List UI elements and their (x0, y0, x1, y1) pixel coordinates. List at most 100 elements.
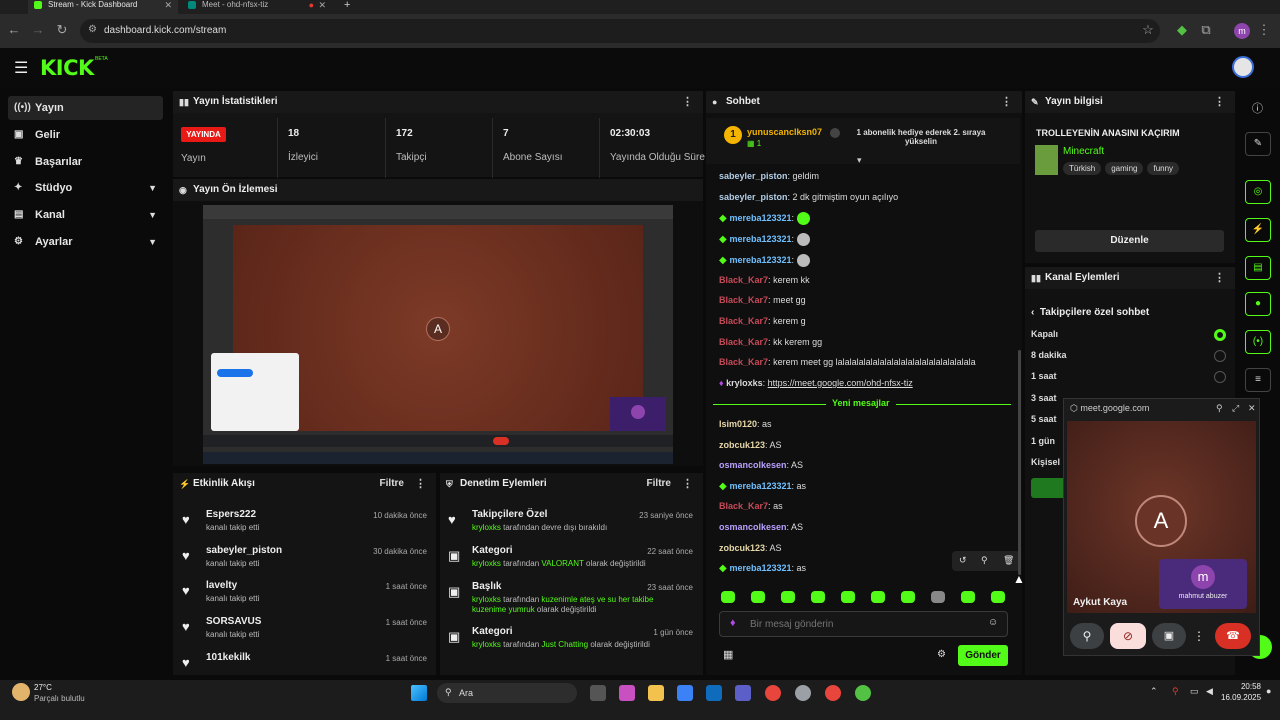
sidebar-item-gelir[interactable]: ▣ Gelir (8, 123, 163, 147)
browser-tab-meet[interactable]: Meet - ohd-nfsx-tiz ● ✕ (182, 0, 332, 14)
option-label[interactable]: 3 saat (1031, 393, 1057, 403)
chat-username[interactable]: kryloxks (726, 378, 763, 388)
chat-settings-icon[interactable]: ⚙ (937, 649, 946, 660)
lightning-icon[interactable]: ⚡ (1245, 218, 1271, 242)
emote-icon[interactable] (751, 591, 765, 603)
emote-icon[interactable] (991, 591, 1005, 603)
chat-input[interactable] (750, 615, 970, 633)
meet-camera-off-button[interactable]: ⊘ (1110, 623, 1146, 649)
tag[interactable]: Türkish (1063, 162, 1102, 175)
chat-username[interactable]: osmancolkesen (719, 460, 787, 470)
chat-bubble-icon[interactable]: ● (1245, 292, 1271, 316)
hamburger-menu-icon[interactable]: ☰ (14, 58, 28, 78)
info-icon[interactable]: ⓘ (1252, 100, 1263, 116)
kick-logo[interactable]: KICK (40, 56, 94, 80)
filter-button[interactable]: Filtre (647, 473, 671, 495)
more-options-icon[interactable]: ⋮ (415, 473, 426, 495)
more-options-icon[interactable]: ⋮ (1214, 91, 1225, 113)
browser-tab-kick[interactable]: Stream - Kick Dashboard ✕ (28, 0, 178, 14)
stream-category[interactable]: Minecraft (1063, 146, 1104, 157)
chat-scrollbar[interactable] (1018, 350, 1021, 575)
collapse-icon[interactable]: ▾ (857, 155, 862, 166)
moderation-user[interactable]: kryloxks (472, 595, 501, 604)
close-icon[interactable]: ✕ (164, 0, 172, 10)
help-icon[interactable] (830, 128, 840, 138)
back-icon[interactable]: ← (6, 22, 22, 38)
chat-username[interactable]: sabeyler_piston (719, 192, 788, 202)
chrome-icon[interactable] (765, 685, 781, 701)
new-tab-button[interactable]: + (344, 0, 360, 14)
sidebar-item-studyo[interactable]: ✦ Stüdyo ▼ (8, 176, 163, 200)
sidebar-item-kanal[interactable]: ▤ Kanal ▼ (8, 203, 163, 227)
copilot-icon[interactable] (619, 685, 635, 701)
chat-username[interactable]: Black_Kar7 (719, 501, 768, 511)
task-view-icon[interactable] (590, 685, 606, 701)
option-label[interactable]: Kişisel (1031, 457, 1060, 467)
notification-icon[interactable]: ● (1266, 686, 1271, 696)
taskbar-search[interactable]: ⚲ Ara (437, 683, 577, 703)
weather-icon[interactable] (12, 683, 30, 701)
more-options-icon[interactable]: ⋮ (682, 91, 693, 113)
send-button[interactable]: Gönder (958, 645, 1008, 666)
chat-username[interactable]: mereba123321 (729, 213, 791, 223)
sidebar-item-yayin[interactable]: ((•)) Yayın (8, 96, 163, 120)
chat-tools-icon[interactable]: ▦ (723, 648, 733, 661)
browser-menu-icon[interactable]: ⋮ (1256, 22, 1272, 38)
chat-username[interactable]: Black_Kar7 (719, 337, 768, 347)
forward-icon[interactable]: → (30, 22, 46, 38)
delete-icon[interactable]: 🗑 (1003, 555, 1014, 566)
chat-username[interactable]: Black_Kar7 (719, 316, 768, 326)
emoji-picker-icon[interactable]: ☺ (988, 617, 998, 628)
emote-icon[interactable] (961, 591, 975, 603)
chrome-profile-icon[interactable] (855, 685, 871, 701)
tag[interactable]: gaming (1105, 162, 1144, 175)
pinned-user[interactable]: yunuscanclksn07 (747, 127, 822, 137)
activity-name[interactable]: lavelty (206, 580, 237, 591)
pin-icon[interactable]: ⚲ (981, 555, 988, 566)
mic-small-icon[interactable]: ⚲ (1216, 403, 1223, 414)
close-icon[interactable]: ✕ (1248, 403, 1256, 414)
moderation-user[interactable]: kryloxks (472, 523, 501, 532)
activity-name[interactable]: 101kekilk (206, 652, 251, 663)
user-avatar[interactable] (1232, 56, 1254, 78)
emote-icon[interactable] (901, 591, 915, 603)
chat-username[interactable]: sabeyler_piston (719, 171, 788, 181)
back-button[interactable]: ‹ Takipçilere özel sohbet (1031, 307, 1149, 318)
bookmark-star-icon[interactable]: ☆ (1140, 22, 1156, 38)
meet-hangup-button[interactable]: ☎ (1215, 623, 1251, 649)
chat-username[interactable]: Black_Kar7 (719, 275, 768, 285)
emote-icon[interactable] (841, 591, 855, 603)
emote-icon[interactable] (931, 591, 945, 603)
tag[interactable]: funny (1147, 162, 1180, 175)
option-label[interactable]: 1 saat (1031, 371, 1057, 381)
url-field[interactable]: ⚙ dashboard.kick.com/stream (80, 19, 1160, 43)
edit-button[interactable]: Düzenle (1035, 230, 1224, 252)
edit-icon[interactable]: ✎ (1245, 132, 1271, 156)
sidebar-item-basarilar[interactable]: ♛ Başarılar (8, 150, 163, 174)
meet-present-button[interactable]: ▣ (1152, 623, 1186, 649)
option-label[interactable]: 5 saat (1031, 414, 1057, 424)
profile-avatar[interactable]: m (1234, 23, 1250, 39)
chat-username[interactable]: Black_Kar7 (719, 357, 768, 367)
meet-more-icon[interactable]: ⋮ (1192, 623, 1206, 649)
radio-selected[interactable] (1214, 329, 1226, 341)
meet-mic-button[interactable]: ⚲ (1070, 623, 1104, 649)
teams-icon[interactable] (735, 685, 751, 701)
camera-icon[interactable]: ◎ (1245, 180, 1271, 204)
chat-text[interactable]: https://meet.google.com/ohd-nfsx-tiz (768, 378, 913, 388)
close-icon[interactable]: ✕ (318, 0, 326, 10)
more-options-icon[interactable]: ⋮ (682, 473, 693, 495)
emote-icon[interactable] (811, 591, 825, 603)
steam-icon[interactable] (795, 685, 811, 701)
file-explorer-icon[interactable] (648, 685, 664, 701)
more-options-icon[interactable]: ⋮ (1214, 267, 1225, 289)
emote-icon[interactable] (721, 591, 735, 603)
filter-button[interactable]: Filtre (380, 473, 404, 495)
reload-icon[interactable]: ↻ (54, 22, 70, 38)
option-label[interactable]: Kapalı (1031, 329, 1058, 339)
more-options-icon[interactable]: ⋮ (1001, 91, 1012, 113)
chat-username[interactable]: osmancolkesen (719, 522, 787, 532)
broadcast-icon[interactable]: (•) (1245, 330, 1271, 354)
chat-username[interactable]: mereba123321 (729, 481, 791, 491)
sidebar-item-ayarlar[interactable]: ⚙ Ayarlar ▼ (8, 230, 163, 254)
